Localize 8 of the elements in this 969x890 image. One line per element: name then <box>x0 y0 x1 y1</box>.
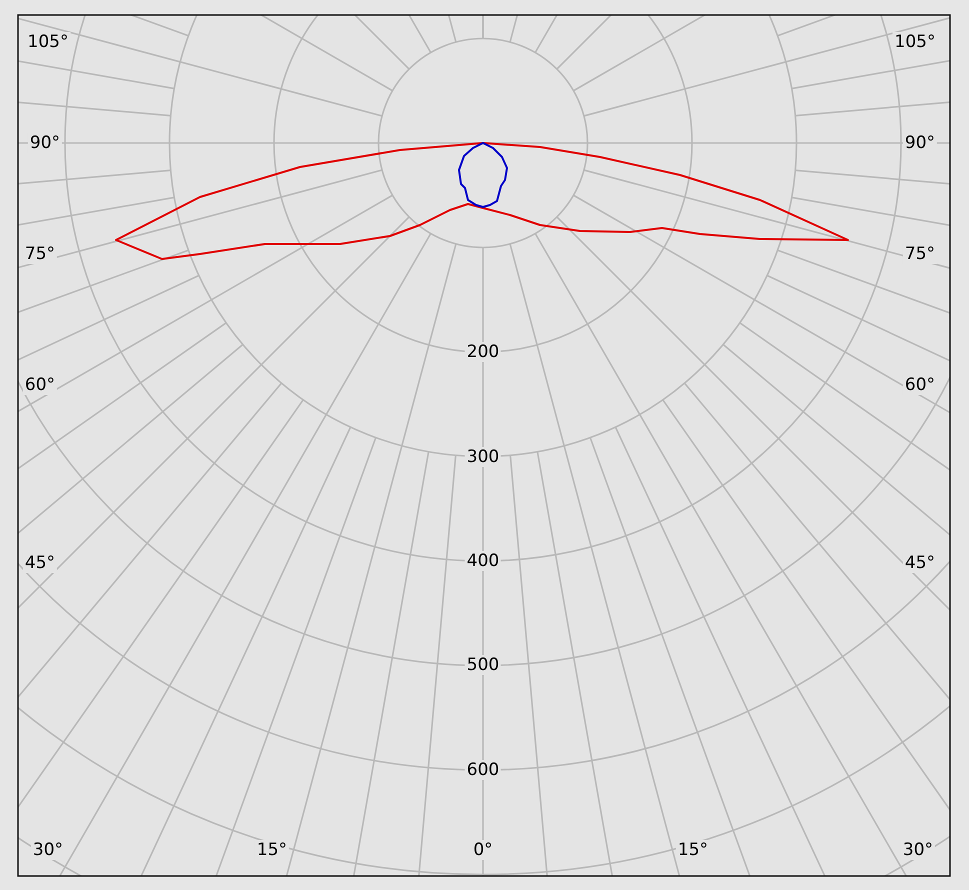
angle-label: 75° <box>902 244 938 264</box>
radial-label: 300 <box>464 447 502 467</box>
radial-label: 400 <box>464 551 502 571</box>
radial-label: 200 <box>464 342 502 362</box>
radial-label: 500 <box>464 655 502 675</box>
angle-label: 60° <box>22 375 58 395</box>
angle-label: 45° <box>22 553 58 573</box>
radial-label: 600 <box>464 760 502 780</box>
